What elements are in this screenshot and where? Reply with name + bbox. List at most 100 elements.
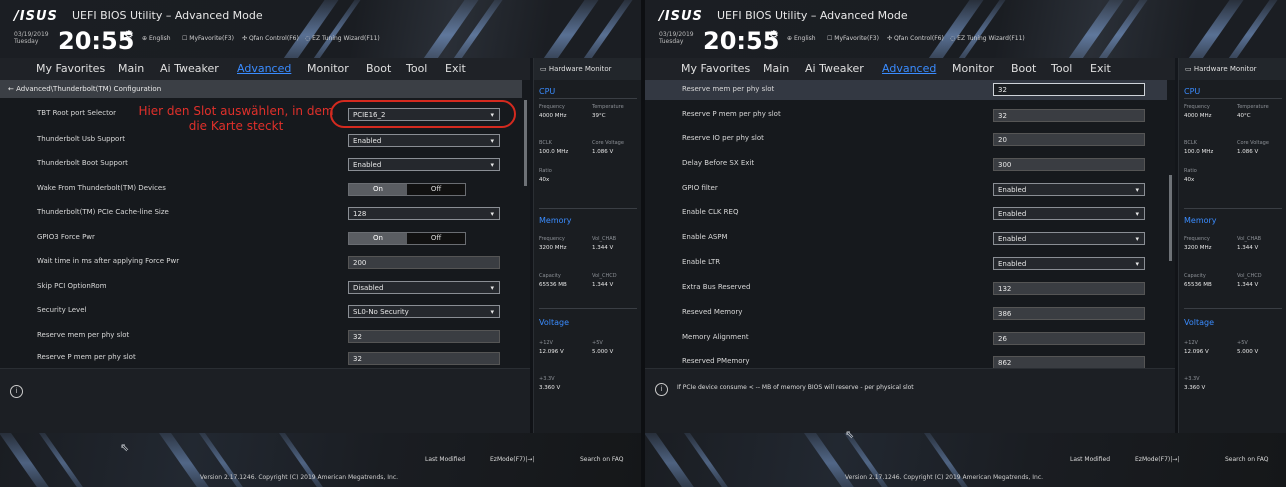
memory-section-title: Memory xyxy=(539,216,572,225)
chevron-down-icon: ▾ xyxy=(1135,260,1139,268)
setting-row[interactable]: Delay Before SX Exit 300 xyxy=(645,152,1167,176)
tab-ai-tweaker[interactable]: Ai Tweaker xyxy=(160,62,219,75)
main-menu: My Favorites Main Ai Tweaker Advanced Mo… xyxy=(0,58,530,81)
setting-input[interactable]: 200 xyxy=(348,256,500,269)
setting-row[interactable]: Reserved PMemory 862 xyxy=(645,350,1167,368)
setting-row[interactable]: GPIO filter Enabled ▾ xyxy=(645,177,1167,201)
ez-tuning-button[interactable]: ◌ EZ Tuning Wizard(F11) xyxy=(305,35,380,42)
on-off-toggle[interactable]: On Off xyxy=(348,232,466,245)
gear-icon[interactable]: ⚙ xyxy=(124,28,134,41)
cpu-section-title: CPU xyxy=(539,87,556,96)
setting-input[interactable]: 20 xyxy=(993,133,1145,146)
window-title: UEFI BIOS Utility – Advanced Mode xyxy=(72,9,263,22)
chevron-down-icon: ▾ xyxy=(1135,210,1139,218)
setting-row[interactable]: Reseved Memory 386 xyxy=(645,301,1167,325)
myfavorite-button[interactable]: ☐ MyFavorite(F3) xyxy=(827,35,879,42)
setting-row[interactable]: Reserve P mem per phy slot 32 xyxy=(0,346,522,370)
scrollbar[interactable] xyxy=(524,100,527,186)
setting-input[interactable]: 32 xyxy=(348,330,500,343)
tab-main[interactable]: Main xyxy=(118,62,144,75)
setting-select[interactable]: 128 ▾ xyxy=(348,207,500,220)
ezmode-button[interactable]: EzMode(F7)|→| xyxy=(490,456,534,463)
setting-row[interactable]: Thunderbolt(TM) PCIe Cache-line Size 128… xyxy=(0,201,522,225)
setting-select[interactable]: Enabled ▾ xyxy=(348,134,500,147)
help-text: If PCIe device consume < -- MB of memory… xyxy=(677,384,914,391)
setting-label: Reserve P mem per phy slot xyxy=(37,353,136,361)
on-off-toggle[interactable]: On Off xyxy=(348,183,466,196)
last-modified-button[interactable]: Last Modified xyxy=(1070,456,1110,463)
main-menu: My Favorites Main Ai Tweaker Advanced Mo… xyxy=(645,58,1175,81)
last-modified-button[interactable]: Last Modified xyxy=(425,456,465,463)
tab-my-favorites[interactable]: My Favorites xyxy=(681,62,750,75)
ez-tuning-button[interactable]: ◌ EZ Tuning Wizard(F11) xyxy=(950,35,1025,42)
setting-label: Security Level xyxy=(37,306,87,314)
tab-tool[interactable]: Tool xyxy=(1051,62,1072,75)
setting-row[interactable]: Skip PCI OptionRom Disabled ▾ xyxy=(0,275,522,299)
setting-select[interactable]: Enabled ▾ xyxy=(993,207,1145,220)
setting-label: TBT Root port Selector xyxy=(37,109,116,117)
setting-input[interactable]: 32 xyxy=(348,352,500,365)
back-arrow-icon[interactable]: ← xyxy=(8,85,14,93)
scrollbar[interactable] xyxy=(1169,175,1172,261)
setting-input[interactable]: 32 xyxy=(993,83,1145,96)
tab-advanced[interactable]: Advanced xyxy=(882,62,936,75)
tab-monitor[interactable]: Monitor xyxy=(952,62,994,75)
setting-label: Enable CLK REQ xyxy=(682,208,739,216)
setting-row[interactable]: Enable ASPM Enabled ▾ xyxy=(645,226,1167,250)
setting-row[interactable]: Extra Bus Reserved 132 xyxy=(645,276,1167,300)
setting-row[interactable]: Enable CLK REQ Enabled ▾ xyxy=(645,201,1167,225)
setting-input[interactable]: 386 xyxy=(993,307,1145,320)
setting-label: Memory Alignment xyxy=(682,333,749,341)
setting-row[interactable]: GPIO3 Force Pwr On Off xyxy=(0,226,522,250)
tab-my-favorites[interactable]: My Favorites xyxy=(36,62,105,75)
setting-row[interactable]: Reserve mem per phy slot 32 xyxy=(0,324,522,348)
setting-row[interactable]: Wake From Thunderbolt(TM) Devices On Off xyxy=(0,177,522,201)
tab-boot[interactable]: Boot xyxy=(1011,62,1036,75)
ezmode-button[interactable]: EzMode(F7)|→| xyxy=(1135,456,1179,463)
tab-tool[interactable]: Tool xyxy=(406,62,427,75)
setting-label: Reserve mem per phy slot xyxy=(37,331,130,339)
tab-exit[interactable]: Exit xyxy=(445,62,466,75)
chevron-down-icon: ▾ xyxy=(490,137,494,145)
setting-select[interactable]: SL0-No Security ▾ xyxy=(348,305,500,318)
setting-row[interactable]: Reserve IO per phy slot 20 xyxy=(645,127,1167,151)
setting-select[interactable]: Enabled ▾ xyxy=(348,158,500,171)
search-faq-button[interactable]: Search on FAQ xyxy=(1225,456,1269,463)
mouse-cursor-icon: ⇖ xyxy=(120,441,130,454)
setting-select[interactable]: Disabled ▾ xyxy=(348,281,500,294)
setting-select[interactable]: Enabled ▾ xyxy=(993,232,1145,245)
tab-advanced[interactable]: Advanced xyxy=(237,62,291,75)
tab-main[interactable]: Main xyxy=(763,62,789,75)
setting-input[interactable]: 32 xyxy=(993,109,1145,122)
setting-label: Enable LTR xyxy=(682,258,721,266)
setting-input[interactable]: 300 xyxy=(993,158,1145,171)
setting-row[interactable]: Security Level SL0-No Security ▾ xyxy=(0,299,522,323)
setting-select[interactable]: Enabled ▾ xyxy=(993,183,1145,196)
chevron-down-icon: ▾ xyxy=(490,308,494,316)
setting-row[interactable]: Wait time in ms after applying Force Pwr… xyxy=(0,250,522,274)
gear-icon[interactable]: ⚙ xyxy=(769,28,779,41)
setting-row[interactable]: Thunderbolt Boot Support Enabled ▾ xyxy=(0,152,522,176)
setting-select[interactable]: Enabled ▾ xyxy=(993,257,1145,270)
setting-row[interactable]: Reserve P mem per phy slot 32 xyxy=(645,103,1167,127)
tab-exit[interactable]: Exit xyxy=(1090,62,1111,75)
setting-label: Delay Before SX Exit xyxy=(682,159,755,167)
setting-row[interactable]: Memory Alignment 26 xyxy=(645,326,1167,350)
setting-row-selected[interactable]: Reserve mem per phy slot 32 xyxy=(645,80,1167,100)
chevron-down-icon: ▾ xyxy=(490,210,494,218)
tab-ai-tweaker[interactable]: Ai Tweaker xyxy=(805,62,864,75)
tab-boot[interactable]: Boot xyxy=(366,62,391,75)
setting-row[interactable]: Enable LTR Enabled ▾ xyxy=(645,251,1167,275)
myfavorite-button[interactable]: ☐ MyFavorite(F3) xyxy=(182,35,234,42)
tab-monitor[interactable]: Monitor xyxy=(307,62,349,75)
language-button[interactable]: ⊕ English xyxy=(142,35,171,42)
setting-input[interactable]: 862 xyxy=(993,356,1145,368)
qfan-button[interactable]: ✣ Qfan Control(F6) xyxy=(242,35,299,42)
language-button[interactable]: ⊕ English xyxy=(787,35,816,42)
voltage-section-title: Voltage xyxy=(1184,318,1215,327)
breadcrumb[interactable]: ← Advanced\Thunderbolt(TM) Configuration xyxy=(0,80,522,98)
setting-input[interactable]: 26 xyxy=(993,332,1145,345)
setting-input[interactable]: 132 xyxy=(993,282,1145,295)
search-faq-button[interactable]: Search on FAQ xyxy=(580,456,624,463)
qfan-button[interactable]: ✣ Qfan Control(F6) xyxy=(887,35,944,42)
